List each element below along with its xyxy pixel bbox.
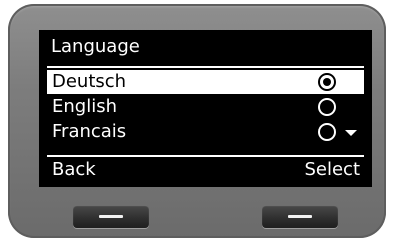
list-item-label: English	[52, 96, 117, 117]
softkey-divider	[47, 155, 364, 157]
list-item-english[interactable]: English	[47, 95, 364, 119]
title-divider	[47, 66, 364, 68]
minus-icon	[99, 215, 123, 218]
radio-unchecked-icon[interactable]	[317, 97, 337, 117]
list-item-label: Francais	[52, 121, 127, 142]
list-item-francais[interactable]: Francais	[47, 120, 364, 144]
page-title: Language	[51, 36, 140, 57]
language-list: Deutsch English Francais	[47, 70, 364, 154]
list-item-deutsch[interactable]: Deutsch	[47, 70, 364, 94]
radio-unchecked-icon[interactable]	[317, 122, 337, 142]
display-screen: Language Deutsch English Francais Back S…	[39, 30, 372, 187]
list-item-label: Deutsch	[52, 71, 127, 92]
right-softkey-button[interactable]	[262, 205, 338, 228]
title-bar: Language	[39, 30, 372, 64]
softkey-select-label: Select	[304, 159, 360, 180]
minus-icon	[288, 215, 312, 218]
radio-checked-icon[interactable]	[317, 72, 337, 92]
softkey-back-label: Back	[52, 159, 96, 180]
left-softkey-button[interactable]	[73, 205, 149, 228]
phone-device-body: Language Deutsch English Francais Back S…	[8, 4, 386, 238]
scroll-down-arrow-icon	[345, 130, 357, 136]
